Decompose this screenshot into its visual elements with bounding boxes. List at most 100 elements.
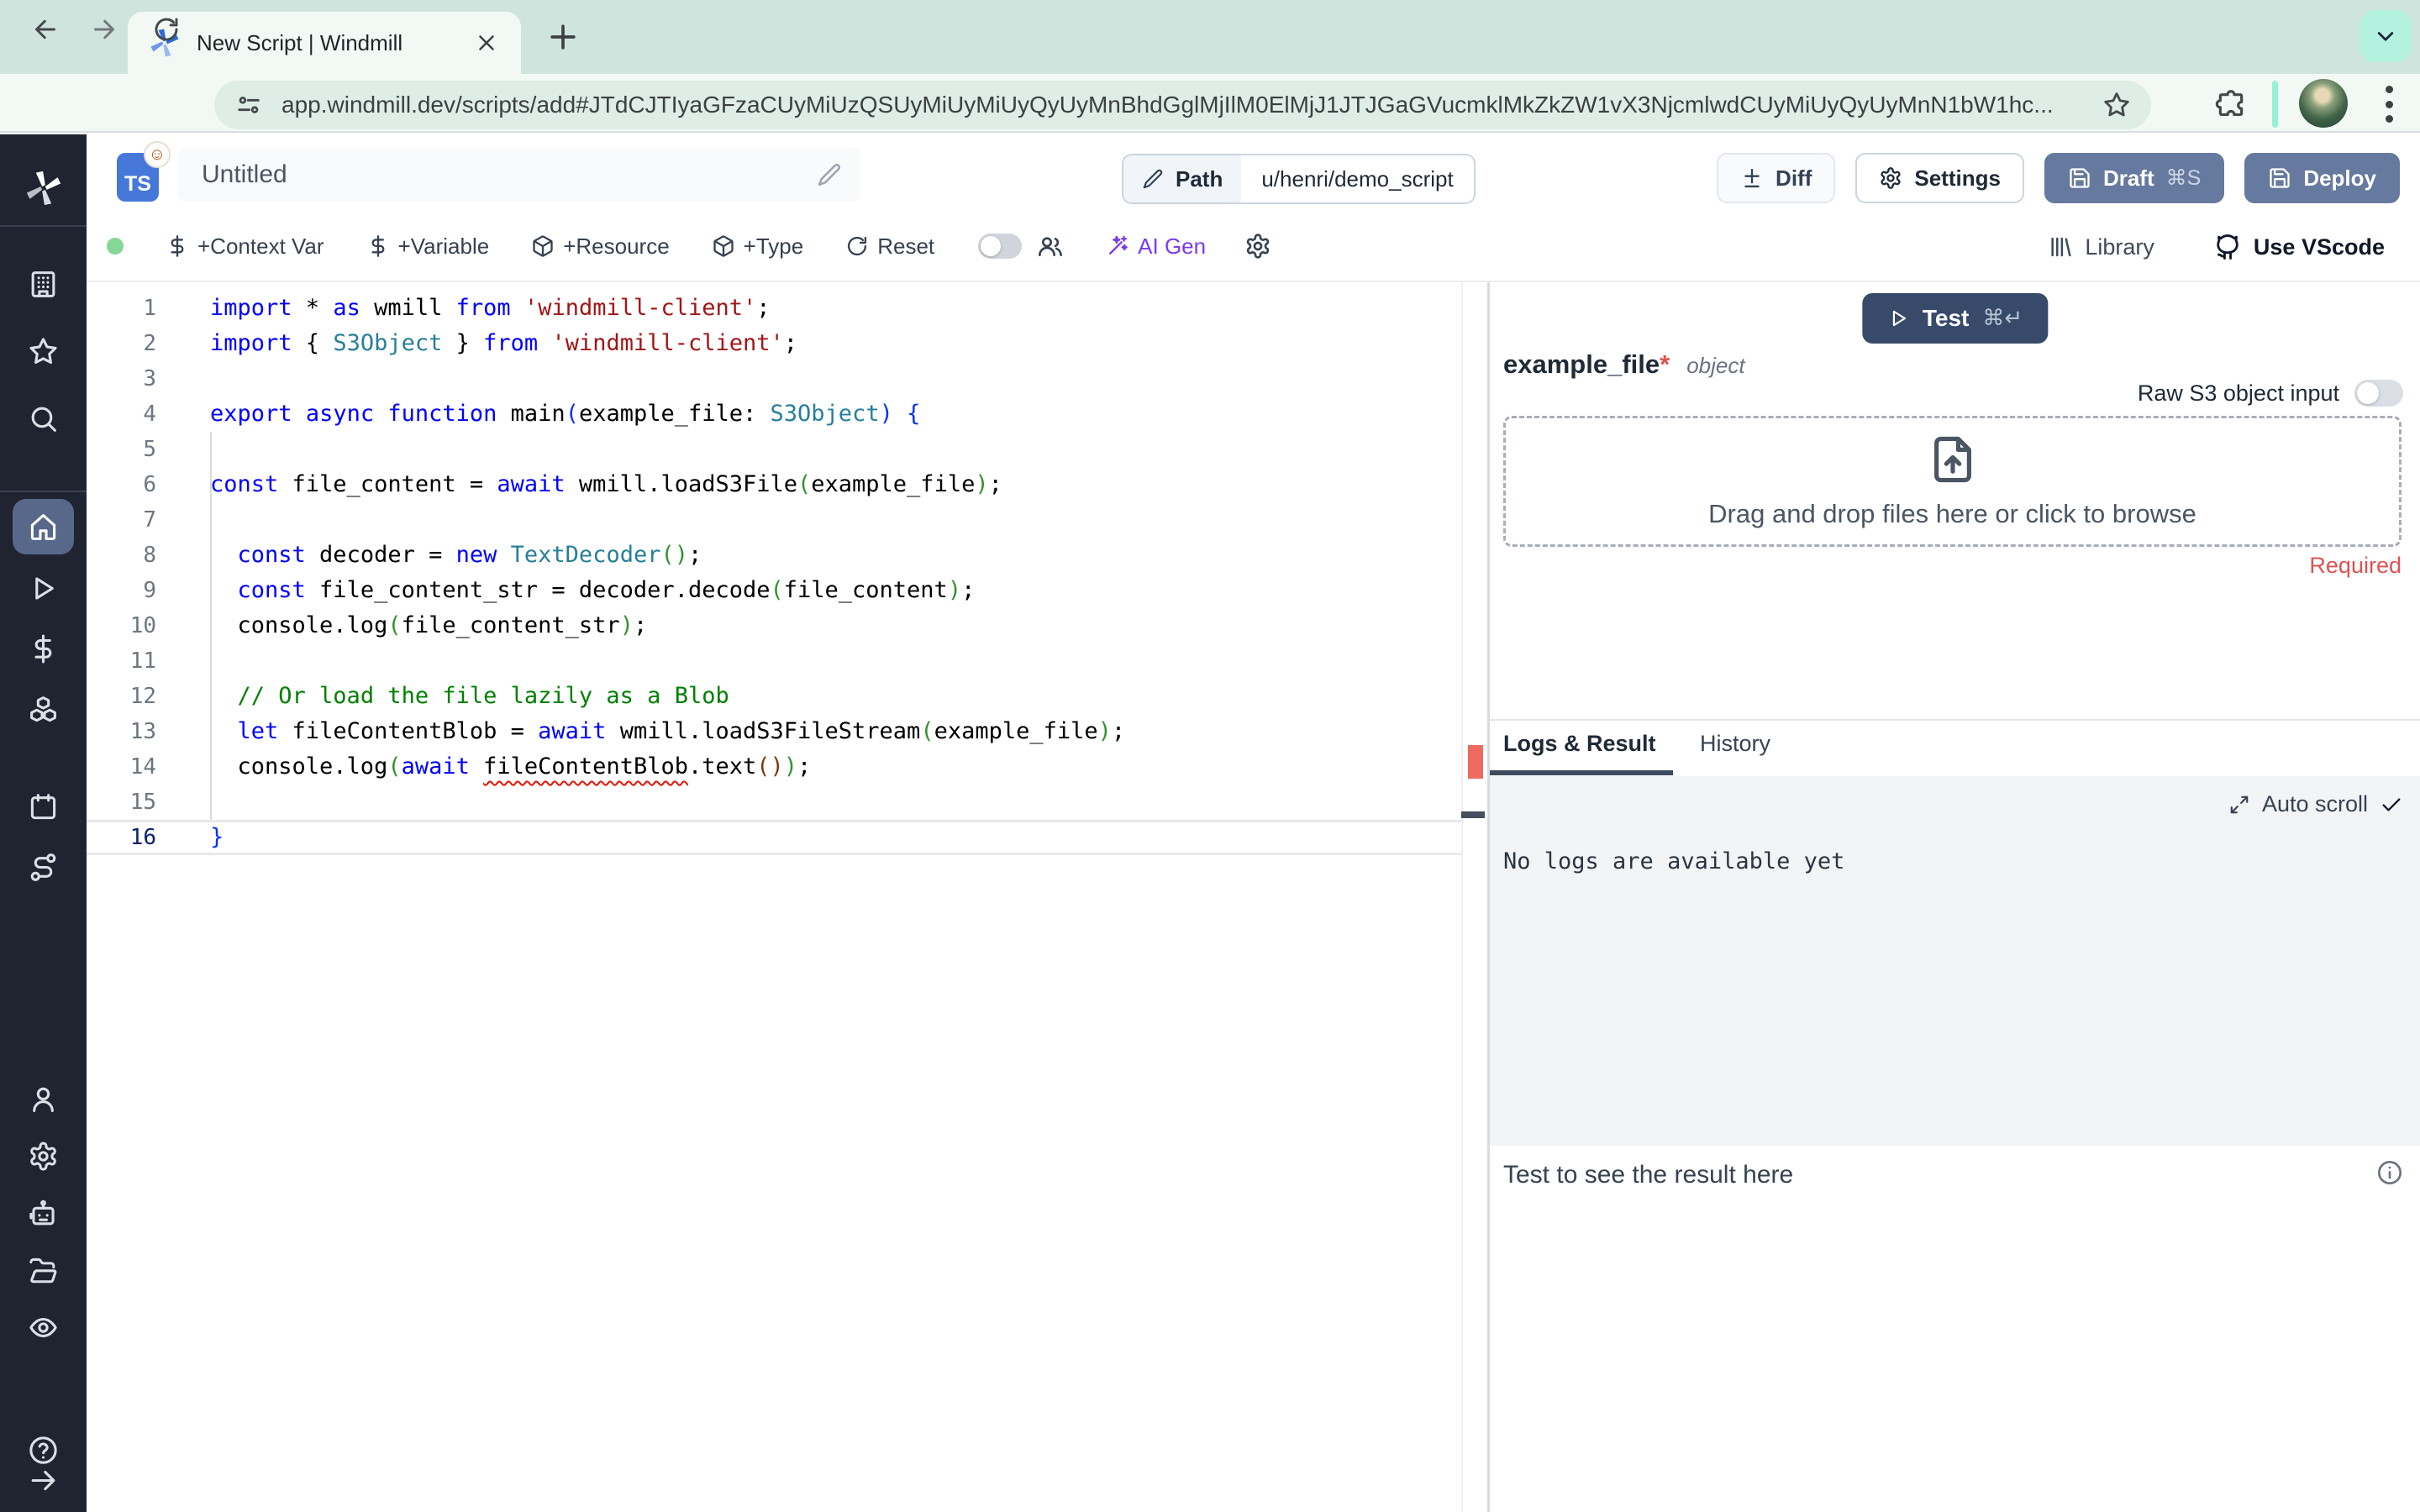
required-hint: Required — [2309, 553, 2402, 578]
test-shortcut: ⌘↵ — [1982, 306, 2023, 331]
sidebar-item-search[interactable] — [28, 403, 59, 434]
tab-close-icon[interactable] — [474, 30, 499, 55]
code-editor[interactable]: 1 import * as wmill from 'windmill-client… — [87, 282, 1485, 1512]
extensions-icon[interactable] — [2215, 87, 2247, 119]
use-vscode-button[interactable]: Use VScode — [2213, 233, 2385, 261]
code-line-11[interactable]: 11 — [87, 643, 1485, 679]
tab-search-button[interactable] — [2360, 10, 2412, 62]
library-icon — [2048, 234, 2073, 260]
save-icon — [2068, 166, 2091, 190]
profile-avatar[interactable] — [2299, 79, 2348, 128]
add-variable-button[interactable]: +Variable — [366, 234, 489, 260]
test-button[interactable]: Test ⌘↵ — [1861, 293, 2049, 344]
overview-ruler — [1461, 282, 1485, 1512]
sidebar-item-triggers[interactable] — [28, 852, 59, 883]
code-line-14[interactable]: 14 console.log(await fileContentBlob.tex… — [87, 749, 1485, 785]
sidebar-item-settings[interactable] — [28, 1141, 59, 1172]
sidebar-divider — [0, 225, 87, 227]
ai-gen-button[interactable]: AI Gen — [1106, 234, 1206, 260]
address-bar[interactable]: app.windmill.dev/scripts/add#JTdCJTIyaGF… — [214, 81, 2151, 129]
path-chip[interactable]: Path u/henri/demo_script — [1122, 154, 1476, 204]
sidebar-item-workspaces[interactable] — [28, 269, 59, 300]
sidebar-item-workers[interactable] — [28, 1198, 59, 1229]
editor-settings-gear-icon[interactable] — [1244, 233, 1271, 260]
dollar-icon — [166, 234, 189, 258]
path-value: u/henri/demo_script — [1241, 155, 1474, 202]
arg-name: example_file* — [1503, 349, 1670, 379]
settings-button[interactable]: Settings — [1855, 153, 2024, 203]
dropzone-label: Drag and drop files here or click to bro… — [1708, 499, 2196, 528]
code-line-5[interactable]: 5 — [87, 432, 1485, 467]
forward-icon[interactable] — [89, 14, 119, 45]
users-icon[interactable] — [1037, 233, 1064, 260]
add-context-var-button[interactable]: +Context Var — [166, 234, 324, 260]
sidebar-item-folders[interactable] — [28, 1255, 59, 1286]
code-line-9[interactable]: 9 const file_content_str = decoder.decod… — [87, 573, 1485, 608]
chevron-down-icon — [2371, 22, 2400, 50]
code-line-4[interactable]: 4 export async function main(example_file… — [87, 396, 1485, 432]
script-title-input[interactable]: Untitled — [178, 148, 860, 202]
file-dropzone[interactable]: Drag and drop files here or click to bro… — [1503, 416, 2402, 547]
back-icon[interactable] — [30, 14, 60, 45]
required-asterisk: * — [1660, 349, 1670, 379]
tab-title: New Script | Windmill — [197, 29, 403, 55]
raw-s3-label: Raw S3 object input — [2137, 380, 2339, 406]
arg-type: object — [1686, 353, 1745, 378]
code-line-8[interactable]: 8 const decoder = new TextDecoder(); — [87, 538, 1485, 573]
add-resource-button[interactable]: +Resource — [531, 234, 670, 260]
sidebar-item-help[interactable] — [28, 1435, 59, 1466]
reload-icon[interactable] — [151, 14, 182, 45]
dollar-icon — [366, 234, 390, 258]
info-icon[interactable] — [2376, 1159, 2403, 1186]
code-line-3[interactable]: 3 — [87, 361, 1485, 396]
code-line-6[interactable]: 6 const file_content = await wmill.loadS3… — [87, 467, 1485, 502]
code-line-10[interactable]: 10 console.log(file_content_str); — [87, 608, 1485, 643]
tab-logs-result[interactable]: Logs & Result — [1503, 731, 1656, 757]
script-title: Untitled — [202, 160, 287, 188]
sidebar-item-runs[interactable] — [28, 573, 59, 604]
browser-menu-icon[interactable] — [2385, 86, 2393, 123]
sidebar — [0, 134, 87, 1512]
code-line-1[interactable]: 1 import * as wmill from 'windmill-client… — [87, 291, 1485, 326]
code-line-13[interactable]: 13 let fileContentBlob = await wmill.loa… — [87, 714, 1485, 749]
sidebar-item-user[interactable] — [28, 1084, 59, 1115]
diff-button[interactable]: Diff — [1717, 153, 1836, 203]
run-panel: Test ⌘↵ example_file* object Raw S3 obje… — [1487, 282, 2420, 1512]
magic-wand-icon — [1106, 234, 1129, 258]
sidebar-item-favorites[interactable] — [28, 336, 59, 367]
diff-icon — [1740, 166, 1764, 190]
sidebar-item-expand[interactable] — [28, 1465, 59, 1496]
code-line-12[interactable]: 12 // Or load the file lazily as a Blob — [87, 679, 1485, 714]
code-line-16[interactable]: 16} — [87, 820, 1485, 855]
reset-button[interactable]: Reset — [845, 234, 934, 260]
autoscroll-control[interactable]: Auto scroll — [2228, 791, 2403, 817]
browser-tab[interactable]: New Script | Windmill — [128, 12, 521, 74]
draft-button[interactable]: Draft ⌘S — [2044, 153, 2225, 203]
file-upload-icon — [1927, 433, 1979, 486]
deploy-button[interactable]: Deploy — [2244, 153, 2400, 203]
code-line-15[interactable]: 15 — [87, 785, 1485, 820]
edit-pencil-icon[interactable] — [817, 162, 842, 187]
browser-tab-strip: New Script | Windmill — [0, 0, 2420, 74]
site-settings-icon[interactable] — [234, 91, 263, 119]
code-line-2[interactable]: 2 import { S3Object } from 'windmill-clie… — [87, 326, 1485, 361]
expand-icon[interactable] — [2228, 794, 2250, 816]
tab-history[interactable]: History — [1700, 731, 1770, 757]
bookmark-star-icon[interactable] — [2102, 91, 2131, 119]
code-line-7[interactable]: 7 — [87, 502, 1485, 538]
sidebar-item-variables[interactable] — [28, 633, 59, 664]
check-icon — [2380, 793, 2403, 816]
sidebar-item-schedules[interactable] — [28, 791, 59, 822]
sidebar-item-audit-logs[interactable] — [28, 1312, 59, 1343]
add-type-button[interactable]: +Type — [712, 234, 803, 260]
sidebar-item-home[interactable] — [28, 512, 59, 543]
toolbar-divider — [2272, 81, 2278, 128]
box-icon — [531, 234, 555, 258]
logs-section: Logs & Result History Auto scroll No log… — [1490, 719, 2420, 1512]
raw-s3-toggle[interactable] — [2354, 380, 2403, 407]
new-tab-button[interactable] — [544, 18, 581, 55]
emoji-badge-icon: ☺ — [144, 141, 171, 168]
sidebar-item-resources[interactable] — [28, 694, 59, 725]
library-button[interactable]: Library — [2048, 234, 2154, 260]
collab-toggle[interactable] — [978, 234, 1023, 259]
